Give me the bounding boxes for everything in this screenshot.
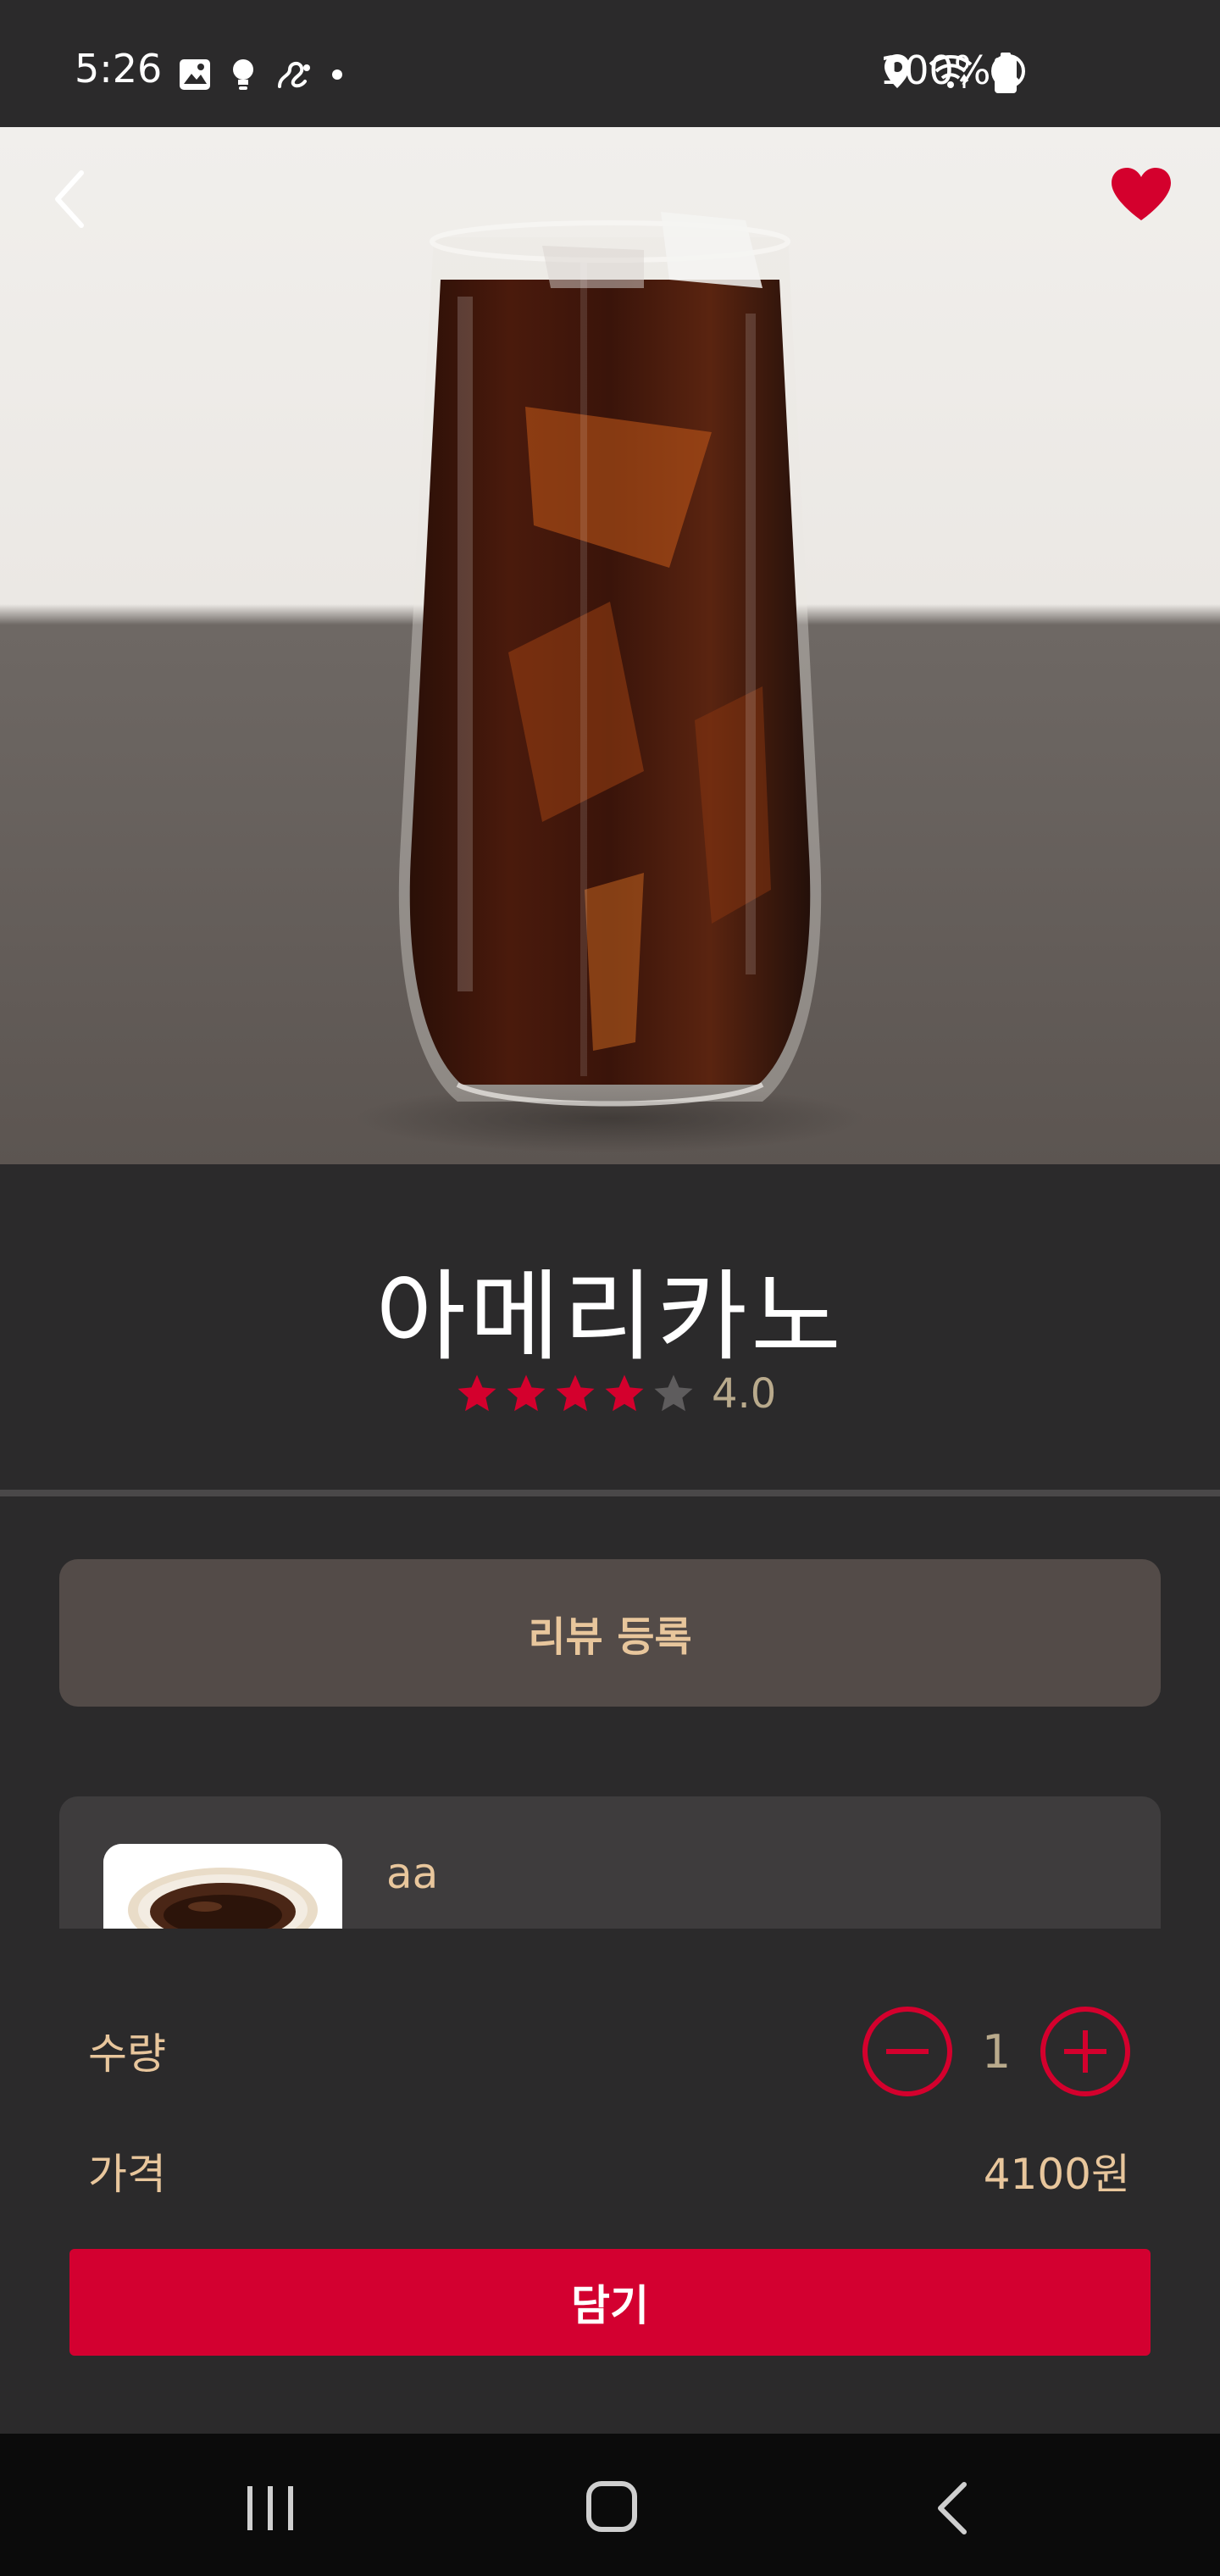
dot-icon xyxy=(332,69,342,80)
battery-icon xyxy=(995,53,1017,93)
add-to-cart-button[interactable]: 담기 xyxy=(69,2249,1151,2356)
quantity-stepper: 1 xyxy=(862,2007,1130,2096)
rating-value: 4.0 xyxy=(712,1370,777,1418)
link-icon xyxy=(278,62,310,88)
recents-icon[interactable] xyxy=(247,2486,297,2530)
review-thumbnail xyxy=(103,1844,342,1929)
image-icon xyxy=(180,59,210,90)
star-filled-icon xyxy=(458,1374,496,1412)
minus-circle-icon xyxy=(886,2049,929,2054)
status-notification-icons xyxy=(178,58,344,92)
home-icon[interactable] xyxy=(586,2481,637,2532)
price-label: 가격 xyxy=(88,2150,166,2199)
status-bar: 5:26 100% xyxy=(0,0,1220,127)
heart-icon xyxy=(1112,168,1171,220)
iced-americano-photo xyxy=(356,212,864,1152)
decrease-quantity-button[interactable] xyxy=(862,2007,952,2096)
review-list-item[interactable]: aa xyxy=(59,1796,1161,1929)
chevron-left-icon xyxy=(55,170,84,228)
battery-percent: 100% xyxy=(879,47,991,93)
increase-quantity-button[interactable] xyxy=(1040,2007,1130,2096)
quantity-value: 1 xyxy=(981,2024,1012,2079)
favorite-button[interactable] xyxy=(1110,166,1186,242)
star-filled-icon xyxy=(605,1374,644,1412)
bulb-icon xyxy=(233,59,253,90)
star-empty-icon xyxy=(654,1374,693,1412)
rating-row: 4.0 xyxy=(454,1366,776,1422)
back-icon[interactable] xyxy=(932,2481,974,2535)
review-author: aa xyxy=(386,1849,439,1898)
price-value: 4100원 xyxy=(983,2150,1130,2199)
star-filled-icon xyxy=(556,1374,595,1412)
status-time: 5:26 xyxy=(75,46,163,92)
star-filled-icon xyxy=(507,1374,546,1412)
back-button[interactable] xyxy=(53,169,103,246)
write-review-button[interactable]: 리뷰 등록 xyxy=(59,1559,1161,1707)
product-name: 아메리카노 xyxy=(375,1260,845,1374)
system-nav-bar xyxy=(0,2434,1220,2576)
order-panel: 수량 1 가격 4100원 담기 xyxy=(0,1929,1220,2434)
quantity-label: 수량 xyxy=(88,2029,166,2079)
section-divider xyxy=(0,1490,1220,1496)
plus-vertical-bar xyxy=(1083,2030,1088,2073)
product-image xyxy=(0,127,1220,1164)
hot-coffee-cup-image xyxy=(103,1844,342,1929)
